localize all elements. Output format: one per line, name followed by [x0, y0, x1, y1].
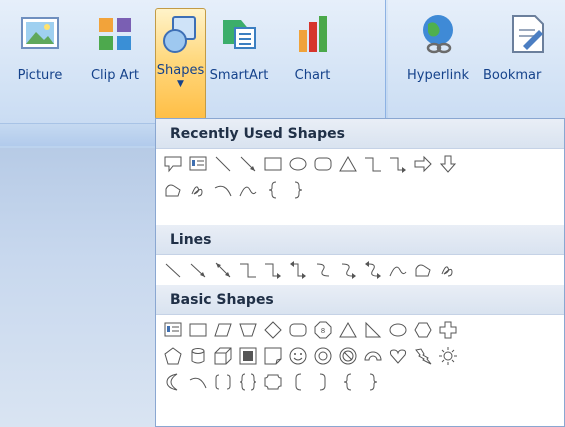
double-brace-icon[interactable]: [237, 369, 259, 395]
down-arrow-icon[interactable]: [437, 151, 459, 177]
picture-label: Picture: [17, 68, 63, 83]
bookmark-button[interactable]: Bookmar: [483, 8, 565, 124]
isosceles-triangle-icon[interactable]: [337, 317, 359, 343]
curve-icon[interactable]: [237, 177, 259, 203]
triangle-icon[interactable]: [337, 151, 359, 177]
rounded-rectangle-icon[interactable]: [312, 151, 334, 177]
no-symbol-icon[interactable]: [337, 343, 359, 369]
scribble-icon[interactable]: [187, 177, 209, 203]
hexagon-icon[interactable]: [412, 317, 434, 343]
document-area: [0, 148, 155, 427]
left-brace-icon[interactable]: [337, 369, 359, 395]
octagon-icon[interactable]: 8: [312, 317, 334, 343]
lines-row: [162, 257, 459, 283]
shapes-label: Shapes: [156, 63, 205, 78]
diamond-icon[interactable]: [262, 317, 284, 343]
heart-icon[interactable]: [387, 343, 409, 369]
hyperlink-button[interactable]: Hyperlink: [396, 8, 480, 124]
smartart-button[interactable]: SmartArt: [205, 8, 273, 124]
chevron-down-icon: ▼: [177, 79, 184, 89]
right-brace-icon[interactable]: [362, 369, 384, 395]
smartart-icon: [217, 12, 261, 56]
moon-icon[interactable]: [162, 369, 184, 395]
double-arrow-line-icon[interactable]: [212, 257, 234, 283]
section-recently-used: Recently Used Shapes: [156, 119, 564, 149]
elbow-arrow-connector-icon[interactable]: [262, 257, 284, 283]
hyperlink-label: Hyperlink: [406, 68, 470, 83]
line-icon[interactable]: [162, 257, 184, 283]
curve-icon[interactable]: [387, 257, 409, 283]
text-box-icon[interactable]: [187, 151, 209, 177]
rounded-rectangle-icon[interactable]: [287, 317, 309, 343]
oval-icon[interactable]: [287, 151, 309, 177]
arrow-line-icon[interactable]: [237, 151, 259, 177]
text-box-icon[interactable]: [162, 317, 184, 343]
arc-icon[interactable]: [212, 177, 234, 203]
right-triangle-icon[interactable]: [362, 317, 384, 343]
shapes-gallery: Recently Used Shapes Lines Basic Shapes …: [155, 118, 565, 427]
donut-icon[interactable]: [312, 343, 334, 369]
picture-button[interactable]: Picture: [10, 8, 70, 124]
oval-icon[interactable]: [387, 317, 409, 343]
arrow-line-icon[interactable]: [187, 257, 209, 283]
curved-connector-icon[interactable]: [312, 257, 334, 283]
clip-art-icon: [93, 12, 137, 56]
section-basic-shapes: Basic Shapes: [156, 285, 564, 315]
parallelogram-icon[interactable]: [212, 317, 234, 343]
globe-icon: [416, 12, 460, 56]
svg-text:8: 8: [321, 327, 325, 335]
clip-art-button[interactable]: Clip Art: [90, 8, 140, 124]
rounded-callout-icon[interactable]: [162, 151, 184, 177]
curved-double-arrow-connector-icon[interactable]: [362, 257, 384, 283]
pentagon-icon[interactable]: [162, 343, 184, 369]
scribble-icon[interactable]: [437, 257, 459, 283]
folded-corner-icon[interactable]: [262, 343, 284, 369]
recently-used-row-1: [162, 151, 459, 177]
sun-icon[interactable]: [437, 343, 459, 369]
line-icon[interactable]: [212, 151, 234, 177]
chart-label: Chart: [294, 68, 331, 83]
right-arrow-icon[interactable]: [412, 151, 434, 177]
trapezoid-icon[interactable]: [237, 317, 259, 343]
freeform-icon[interactable]: [162, 177, 184, 203]
picture-icon: [18, 12, 62, 56]
elbow-connector-icon[interactable]: [362, 151, 384, 177]
section-lines: Lines: [156, 225, 564, 255]
lightning-bolt-icon[interactable]: [412, 343, 434, 369]
right-bracket-icon[interactable]: [312, 369, 334, 395]
smartart-label: SmartArt: [209, 68, 269, 83]
curved-arrow-connector-icon[interactable]: [337, 257, 359, 283]
rectangle-icon[interactable]: [187, 317, 209, 343]
right-brace-icon[interactable]: [287, 177, 309, 203]
double-bracket-icon[interactable]: [212, 369, 234, 395]
smiley-face-icon[interactable]: [287, 343, 309, 369]
basic-shapes-row-1: 8: [162, 317, 459, 343]
chart-button[interactable]: Chart: [285, 8, 340, 124]
left-brace-icon[interactable]: [262, 177, 284, 203]
freeform-icon[interactable]: [412, 257, 434, 283]
cross-icon[interactable]: [437, 317, 459, 343]
recently-used-row-2: [162, 177, 309, 203]
basic-shapes-row-2: [162, 343, 459, 369]
chart-icon: [291, 12, 335, 56]
elbow-double-arrow-connector-icon[interactable]: [287, 257, 309, 283]
elbow-arrow-connector-icon[interactable]: [387, 151, 409, 177]
cube-icon[interactable]: [212, 343, 234, 369]
arc-icon[interactable]: [187, 369, 209, 395]
clip-art-label: Clip Art: [90, 68, 140, 83]
plaque-icon[interactable]: [262, 369, 284, 395]
left-bracket-icon[interactable]: [287, 369, 309, 395]
basic-shapes-row-3: [162, 369, 384, 395]
elbow-connector-icon[interactable]: [237, 257, 259, 283]
can-icon[interactable]: [187, 343, 209, 369]
shapes-icon: [159, 13, 203, 57]
shapes-button[interactable]: Shapes ▼: [155, 8, 206, 120]
rectangle-icon[interactable]: [262, 151, 284, 177]
block-arc-icon[interactable]: [362, 343, 384, 369]
bookmark-label: Bookmar: [483, 68, 542, 83]
bevel-icon[interactable]: [237, 343, 259, 369]
bookmark-icon: [505, 12, 549, 56]
